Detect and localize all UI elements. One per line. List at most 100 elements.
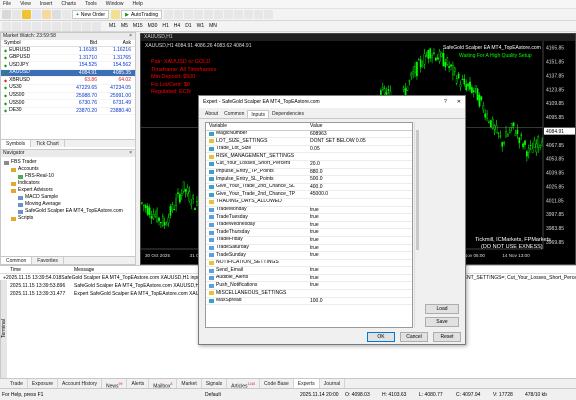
crosshair-icon[interactable] [12,21,21,31]
input-row[interactable]: Trade_Lot_Size 0.05 [206,146,412,154]
menu-charts[interactable]: Charts [61,1,76,7]
menu-help[interactable]: Help [133,1,143,7]
cancel-button[interactable]: Cancel [400,332,428,342]
tab-articles[interactable]: Articles1146 [227,379,261,390]
navigator-item[interactable]: Moving Average [1,201,135,208]
menu-tools[interactable]: Tools [85,1,97,7]
tab-alerts[interactable]: Alerts [127,379,150,388]
label-icon[interactable] [82,21,91,31]
tab-news[interactable]: News99 [102,379,128,390]
value-cell[interactable]: true [306,245,410,252]
trendline-icon[interactable] [42,21,51,31]
value-cell[interactable]: true [306,207,410,214]
value-cell[interactable]: 608963 [306,131,410,138]
input-row[interactable]: TradeMonday true [206,207,412,215]
tab-exposure[interactable]: Exposure [28,379,59,388]
metaeditor-icon[interactable] [111,10,121,19]
input-row[interactable]: Give_Your_Trade_2nd_Chance_SL 400.0 [206,184,412,192]
input-row[interactable]: TradeWednesday true [206,222,412,230]
input-row[interactable]: TradeSunday true [206,252,412,260]
input-section-row[interactable]: TRADING_DAYS_ALLOWED [206,199,412,207]
timeframe-h1[interactable]: H1 [161,23,169,29]
input-row[interactable]: TradeFriday true [206,237,412,245]
timeframe-h4[interactable]: H4 [173,23,181,29]
input-row[interactable]: TradeTuesday true [206,214,412,222]
timeframe-w1[interactable]: W1 [196,23,206,29]
timeframe-m15[interactable]: M15 [132,23,144,29]
navigator-item[interactable]: Accounts [1,166,135,173]
input-section-row[interactable]: RISK_MANAGEMENT_SETTINGS [206,153,412,161]
market-watch-row[interactable]: ◆ DE30 23870.20 23880.40 [1,107,135,116]
tab-common[interactable]: Common [221,110,247,118]
candle-chart-icon[interactable] [174,10,184,19]
close-icon[interactable]: ✕ [457,99,461,105]
input-row[interactable]: MaxSpread 100.0 [206,298,412,306]
navigator-item[interactable]: SafeGold Scalper EA MT4_TopEAstore.com [1,208,135,215]
tab-signals[interactable]: Signals [202,379,228,388]
input-row[interactable]: Cut_Your_Losses_Short_Percent 20.0 [206,161,412,169]
tab-code-base[interactable]: Code Base [260,379,294,388]
input-row[interactable]: Impulse_Entry_SL_Points 500.0 [206,176,412,184]
value-cell[interactable]: true [306,267,410,274]
zoom-out-icon[interactable] [204,10,214,19]
value-cell[interactable]: true [306,214,410,221]
value-cell[interactable] [306,153,410,160]
tab-mailbox[interactable]: Mailbox8 [149,379,178,390]
input-row[interactable]: Impulse_Entry_TP_Points 880.0 [206,169,412,177]
channel-icon[interactable] [52,21,61,31]
market-watch-icon[interactable] [22,10,31,19]
tab-account-history[interactable]: Account History [58,379,103,388]
value-cell[interactable]: true [306,222,410,229]
value-cell[interactable]: true [306,282,410,289]
fibo-icon[interactable] [62,21,71,31]
timeframe-m5[interactable]: M5 [120,23,129,29]
tab-inputs[interactable]: Inputs [247,110,269,118]
menu-window[interactable]: Window [106,1,124,7]
col-variable[interactable]: Variable [206,123,306,130]
indicators-icon[interactable] [244,10,254,19]
tab-market[interactable]: Market [177,379,202,388]
ok-button[interactable]: OK [367,332,395,342]
value-cell[interactable]: 880.0 [306,169,410,176]
tab-symbols[interactable]: Symbols [1,140,32,147]
navigator-icon[interactable] [42,10,51,19]
input-section-row[interactable]: NOTIFICATION_SETTINGS [206,260,412,268]
tile-windows-icon[interactable] [214,10,224,19]
value-cell[interactable]: 100.0 [306,298,410,305]
value-cell[interactable]: 45000.0 [306,191,410,198]
profiles-icon[interactable] [12,10,21,19]
value-cell[interactable] [306,260,410,267]
inputs-scrollbar[interactable] [414,122,420,328]
zoom-in-icon[interactable] [194,10,204,19]
periods-icon[interactable] [254,10,264,19]
tester-icon[interactable] [62,10,71,19]
terminal-icon[interactable] [52,10,61,19]
value-cell[interactable]: 0.05 [306,146,410,153]
value-cell[interactable]: DONT SET BELOW 0.05 [306,138,410,145]
templates-icon[interactable] [264,10,274,19]
input-row[interactable]: Send_Email true [206,267,412,275]
terminal-side-label[interactable]: Terminal [0,280,7,378]
value-cell[interactable]: 500.0 [306,176,410,183]
reset-button[interactable]: Reset [433,332,461,342]
help-icon[interactable]: ? [444,99,447,105]
value-cell[interactable]: true [306,229,410,236]
value-cell[interactable]: true [306,237,410,244]
chart-shift-icon[interactable] [234,10,244,19]
autotrading-button[interactable]: ▶ AutoTrading [121,10,163,19]
load-button[interactable]: Load [425,304,459,314]
close-icon[interactable]: × [129,150,132,157]
horizontal-line-icon[interactable] [32,21,41,31]
navigator-item[interactable]: Expert Advisors [1,187,135,194]
navigator-item[interactable]: FBS-Real-10 [1,173,135,180]
timeframe-m30[interactable]: M30 [147,23,159,29]
cursor-icon[interactable] [2,21,11,31]
menu-insert[interactable]: Insert [40,1,53,7]
close-icon[interactable]: × [129,33,132,40]
menu-view[interactable]: View [20,1,31,7]
col-value[interactable]: Value [306,123,410,130]
tab-experts[interactable]: Experts [293,379,320,388]
timeframe-m1[interactable]: M1 [108,23,117,29]
bar-chart-icon[interactable] [164,10,174,19]
value-cell[interactable] [306,290,410,297]
